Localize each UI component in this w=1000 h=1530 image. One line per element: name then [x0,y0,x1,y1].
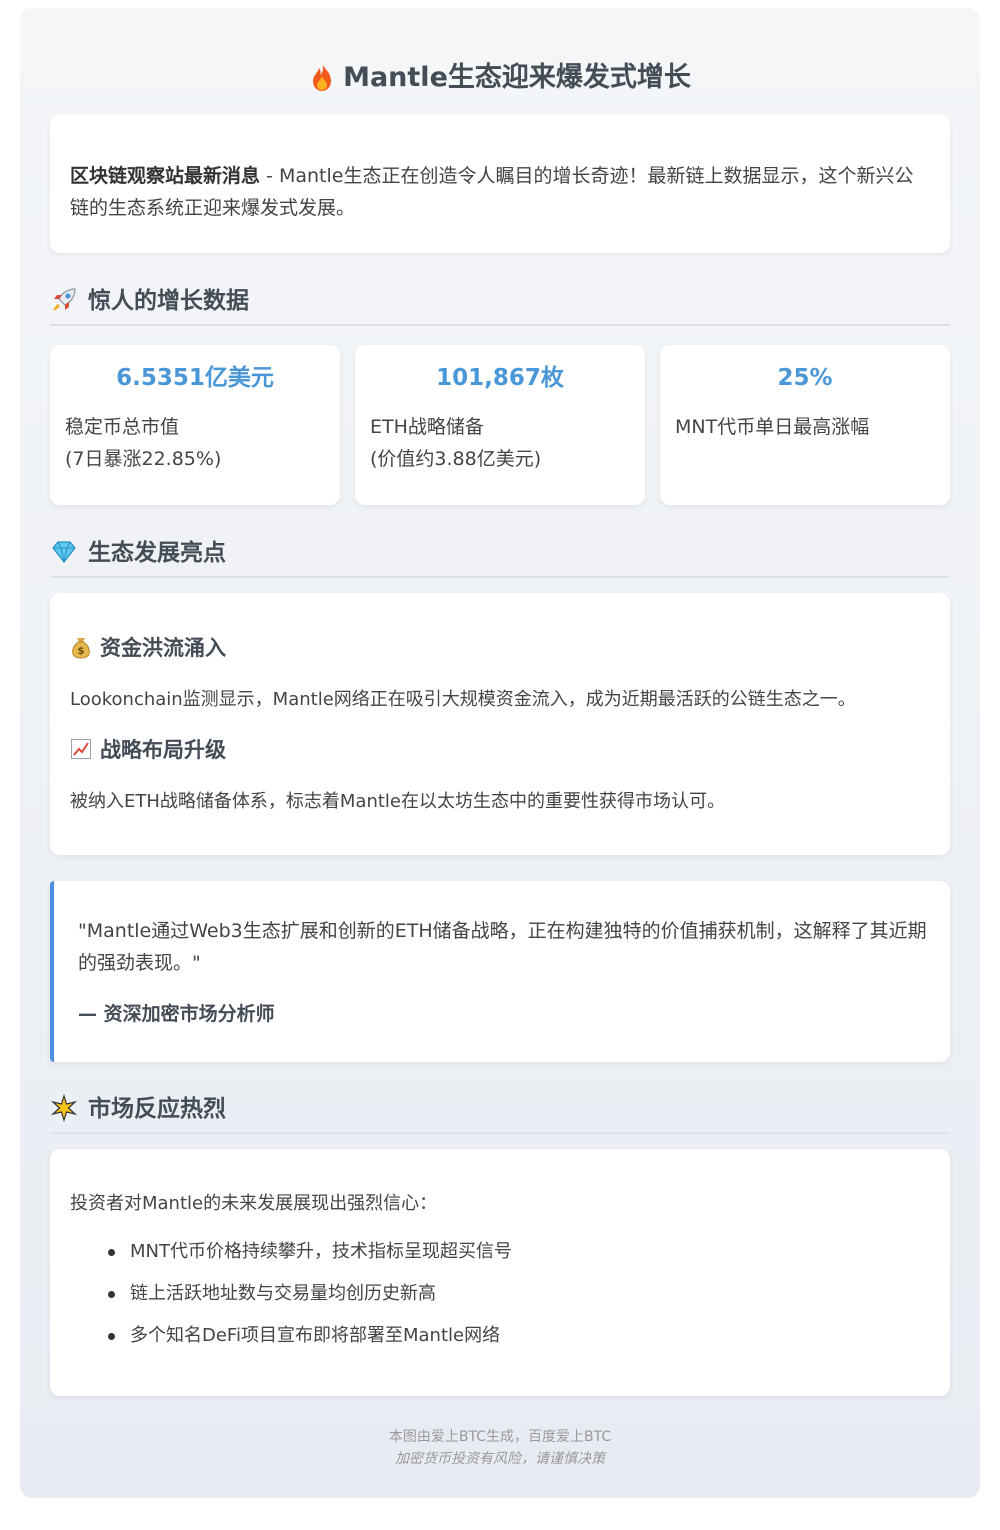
market-intro: 投资者对Mantle的未来发展展现出强烈信心： [70,1193,438,1214]
sparkle-icon [50,1094,78,1122]
stat-value: 101,867枚 [436,365,564,391]
bullet-icon [108,1249,115,1256]
money-bag-icon: $ [72,638,90,659]
intro-card: 区块链观察站最新消息 - Mantle生态正在创造令人瞩目的增长奇迹！最新链上数… [50,114,950,253]
stat-label-line: 稳定币总市值 [65,416,180,438]
stat-label: MNT代币单日最高涨幅 [675,411,935,443]
market-list: MNT代币价格持续攀升，技术指标呈现超买信号 链上活跃地址数与交易量均创历史新高… [70,1237,930,1351]
stat-value: 6.5351亿美元 [116,365,274,391]
section-heading-highlights-text: 生态发展亮点 [88,540,226,566]
stat-card: 6.5351亿美元 稳定币总市值 (7日暴涨22.85%) [50,345,340,505]
fire-icon [313,63,332,91]
market-card: 投资者对Mantle的未来发展展现出强烈信心： MNT代币价格持续攀升，技术指标… [50,1149,950,1396]
highlight-title-text: 战略布局升级 [100,738,226,762]
stat-label-line: (价值约3.88亿美元) [370,448,542,470]
list-item-text: 多个知名DeFi项目宣布即将部署至Mantle网络 [130,1325,501,1346]
highlight-title: 战略布局升级 [70,735,930,765]
footer-credit: 本图由爱上BTC生成，百度爱上BTC [388,1429,612,1445]
highlight-title-text: 资金洪流涌入 [100,636,226,660]
section-heading-growth-text: 惊人的增长数据 [88,288,249,314]
stat-label: 稳定币总市值 (7日暴涨22.85%) [65,411,325,475]
bullet-icon [108,1291,115,1298]
bullet-icon [108,1333,115,1340]
page-title-text: Mantle生态迎来爆发式增长 [343,62,691,93]
page-container: Mantle生态迎来爆发式增长 区块链观察站最新消息 - Mantle生态正在创… [20,8,980,1498]
highlight-text: 被纳入ETH战略储备体系，标志着Mantle在以太坊生态中的重要性获得市场认可。 [70,791,726,812]
highlight-text: Lookonchain监测显示，Mantle网络正在吸引大规模资金流入，成为近期… [70,689,856,710]
stat-label-line: ETH战略储备 [370,416,484,438]
stat-label-line: MNT代币单日最高涨幅 [675,416,870,438]
chart-up-icon [71,739,91,759]
intro-paragraph: 区块链观察站最新消息 - Mantle生态正在创造令人瞩目的增长奇迹！最新链上数… [70,160,930,224]
section-heading-highlights: 生态发展亮点 [50,538,950,578]
gem-icon [52,541,76,563]
section-heading-market: 市场反应热烈 [50,1094,950,1134]
footer-disclaimer: 加密货币投资有风险，请谨慎决策 [395,1451,605,1467]
highlight-title: $ 资金洪流涌入 [70,633,930,663]
quote-text: "Mantle通过Web3生态扩展和创新的ETH储备战略，正在构建独特的价值捕获… [78,920,927,974]
list-item: 多个知名DeFi项目宣布即将部署至Mantle网络 [108,1321,930,1351]
list-item: 链上活跃地址数与交易量均创历史新高 [108,1279,930,1309]
page-title: Mantle生态迎来爆发式增长 [20,60,980,96]
footer: 本图由爱上BTC生成，百度爱上BTC 加密货币投资有风险，请谨慎决策 [20,1426,980,1470]
stat-label: ETH战略储备 (价值约3.88亿美元) [370,411,630,475]
quote-card: "Mantle通过Web3生态扩展和创新的ETH储备战略，正在构建独特的价值捕获… [50,881,950,1062]
list-item-text: 链上活跃地址数与交易量均创历史新高 [130,1283,436,1304]
quote-author: — 资深加密市场分析师 [78,1003,275,1025]
stat-card: 101,867枚 ETH战略储备 (价值约3.88亿美元) [355,345,645,505]
stat-card: 25% MNT代币单日最高涨幅 [660,345,950,505]
section-heading-growth: 惊人的增长数据 [50,286,950,326]
intro-lead: 区块链观察站最新消息 [70,165,261,187]
stat-label-line: (7日暴涨22.85%) [65,448,222,470]
list-item: MNT代币价格持续攀升，技术指标呈现超买信号 [108,1237,930,1267]
stat-value: 25% [777,365,833,391]
section-heading-market-text: 市场反应热烈 [88,1096,226,1122]
rocket-icon [53,288,76,311]
highlights-card: $ 资金洪流涌入 Lookonchain监测显示，Mantle网络正在吸引大规模… [50,593,950,855]
svg-text:$: $ [78,646,85,657]
list-item-text: MNT代币价格持续攀升，技术指标呈现超买信号 [130,1241,512,1262]
